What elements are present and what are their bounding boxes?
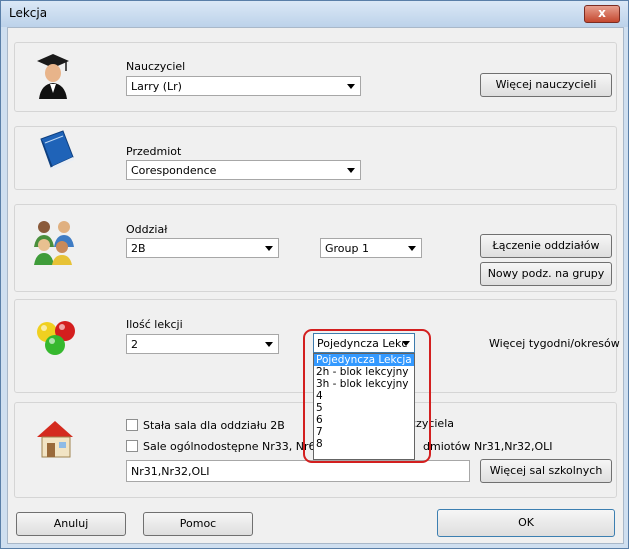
- more-rooms-button[interactable]: Więcej sal szkolnych: [480, 459, 612, 483]
- class-label: Oddział: [126, 223, 168, 236]
- lesson-dialog: Lekcja x Nauczyciel Larry (Lr) Więcej na…: [0, 0, 629, 549]
- group-value: Group 1: [325, 242, 369, 255]
- house-icon: [37, 421, 73, 458]
- lesson-type-option[interactable]: 6: [314, 414, 414, 426]
- ok-button[interactable]: OK: [437, 509, 615, 537]
- lessons-count-value: 2: [131, 338, 138, 351]
- more-teachers-button[interactable]: Więcej nauczycieli: [480, 73, 612, 97]
- lesson-type-option[interactable]: Pojedyncza Lekcja: [314, 354, 414, 366]
- lesson-type-option[interactable]: 8: [314, 438, 414, 450]
- chevron-down-icon: [347, 168, 355, 173]
- balls-icon: [37, 321, 75, 355]
- class-panel: Oddział 2B Group 1 Łączenie oddziałów No…: [14, 204, 617, 292]
- students-icon: [34, 221, 74, 265]
- join-classes-button[interactable]: Łączenie oddziałów: [480, 234, 612, 258]
- lesson-type-options: Pojedyncza Lekcja 2h - blok lekcyjny 3h …: [313, 353, 415, 460]
- new-group-split-button[interactable]: Nowy podz. na grupy: [480, 262, 612, 286]
- teacher-panel: Nauczyciel Larry (Lr) Więcej nauczycieli: [14, 42, 617, 112]
- title-bar[interactable]: Lekcja x: [1, 1, 628, 27]
- class-value: 2B: [131, 242, 146, 255]
- lesson-type-select[interactable]: Pojedyncza Lekc: [313, 333, 415, 353]
- chevron-down-icon: [265, 246, 273, 251]
- public-rooms-checkbox[interactable]: [126, 440, 138, 452]
- public-rooms-label-suffix: dmiotów Nr31,Nr32,OLI: [423, 440, 553, 453]
- chevron-down-icon: [402, 341, 410, 346]
- dialog-content: Nauczyciel Larry (Lr) Więcej nauczycieli…: [7, 27, 624, 544]
- more-weeks-link[interactable]: Więcej tygodni/okresów: [489, 337, 620, 350]
- lesson-type-value: Pojedyncza Lekc: [317, 337, 408, 350]
- teacher-select[interactable]: Larry (Lr): [126, 76, 361, 96]
- help-button[interactable]: Pomoc: [143, 512, 253, 536]
- lesson-type-option[interactable]: 5: [314, 402, 414, 414]
- lesson-type-option[interactable]: 4: [314, 390, 414, 402]
- lesson-type-option[interactable]: 2h - blok lekcyjny: [314, 366, 414, 378]
- lessons-count-label: Ilość lekcji: [126, 318, 183, 331]
- subject-select[interactable]: Corespondence: [126, 160, 361, 180]
- chevron-down-icon: [265, 342, 273, 347]
- window-title: Lekcja: [9, 6, 48, 20]
- rooms-value: Nr31,Nr32,OLI: [131, 465, 210, 478]
- lessons-count-select[interactable]: 2: [126, 334, 279, 354]
- lesson-type-option[interactable]: 3h - blok lekcyjny: [314, 378, 414, 390]
- group-select[interactable]: Group 1: [320, 238, 422, 258]
- subject-label: Przedmiot: [126, 145, 182, 158]
- subject-value: Corespondence: [131, 164, 217, 177]
- lesson-type-option[interactable]: 7: [314, 426, 414, 438]
- book-icon: [40, 130, 74, 170]
- chevron-down-icon: [347, 84, 355, 89]
- graduate-icon: [37, 54, 69, 99]
- fixed-room-checkbox[interactable]: [126, 419, 138, 431]
- chevron-down-icon: [408, 246, 416, 251]
- subject-panel: Przedmiot Corespondence: [14, 126, 617, 190]
- teacher-value: Larry (Lr): [131, 80, 182, 93]
- class-select[interactable]: 2B: [126, 238, 279, 258]
- cancel-button[interactable]: Anuluj: [16, 512, 126, 536]
- close-button[interactable]: x: [584, 5, 620, 23]
- rooms-field[interactable]: Nr31,Nr32,OLI: [126, 460, 470, 482]
- fixed-room-label: Stała sala dla oddziału 2B: [143, 419, 285, 432]
- teacher-label: Nauczyciel: [126, 60, 186, 73]
